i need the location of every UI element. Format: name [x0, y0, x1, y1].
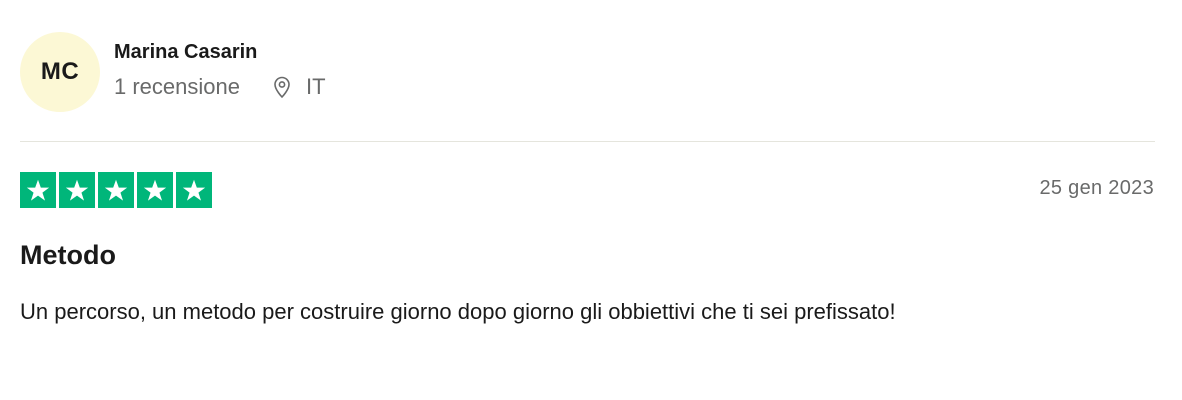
reviewer-header: MC Marina Casarin 1 recensione IT [20, 32, 326, 112]
reviewer-name[interactable]: Marina Casarin [114, 40, 326, 64]
star-icon [65, 179, 89, 201]
reviewer-location: IT [270, 74, 326, 100]
star-icon [26, 179, 50, 201]
review-count: 1 recensione [114, 74, 240, 99]
review-body: Un percorso, un metodo per costruire gio… [20, 299, 896, 324]
review-card: MC Marina Casarin 1 recensione IT 25 gen… [0, 0, 1182, 400]
star-3 [98, 172, 134, 208]
star-icon [104, 179, 128, 201]
star-icon [182, 179, 206, 201]
divider [20, 141, 1155, 142]
avatar[interactable]: MC [20, 32, 100, 112]
star-1 [20, 172, 56, 208]
star-5 [176, 172, 212, 208]
star-2 [59, 172, 95, 208]
review-date: 25 gen 2023 [1039, 177, 1154, 199]
star-icon [143, 179, 167, 201]
star-4 [137, 172, 173, 208]
reviewer-meta: 1 recensione IT [114, 74, 326, 100]
avatar-initials: MC [40, 58, 80, 85]
reviewer-info: Marina Casarin 1 recensione IT [114, 41, 326, 100]
location-pin-icon [274, 76, 290, 99]
star-rating [20, 172, 212, 208]
reviewer-country: IT [305, 74, 326, 99]
review-title[interactable]: Metodo [20, 238, 116, 272]
